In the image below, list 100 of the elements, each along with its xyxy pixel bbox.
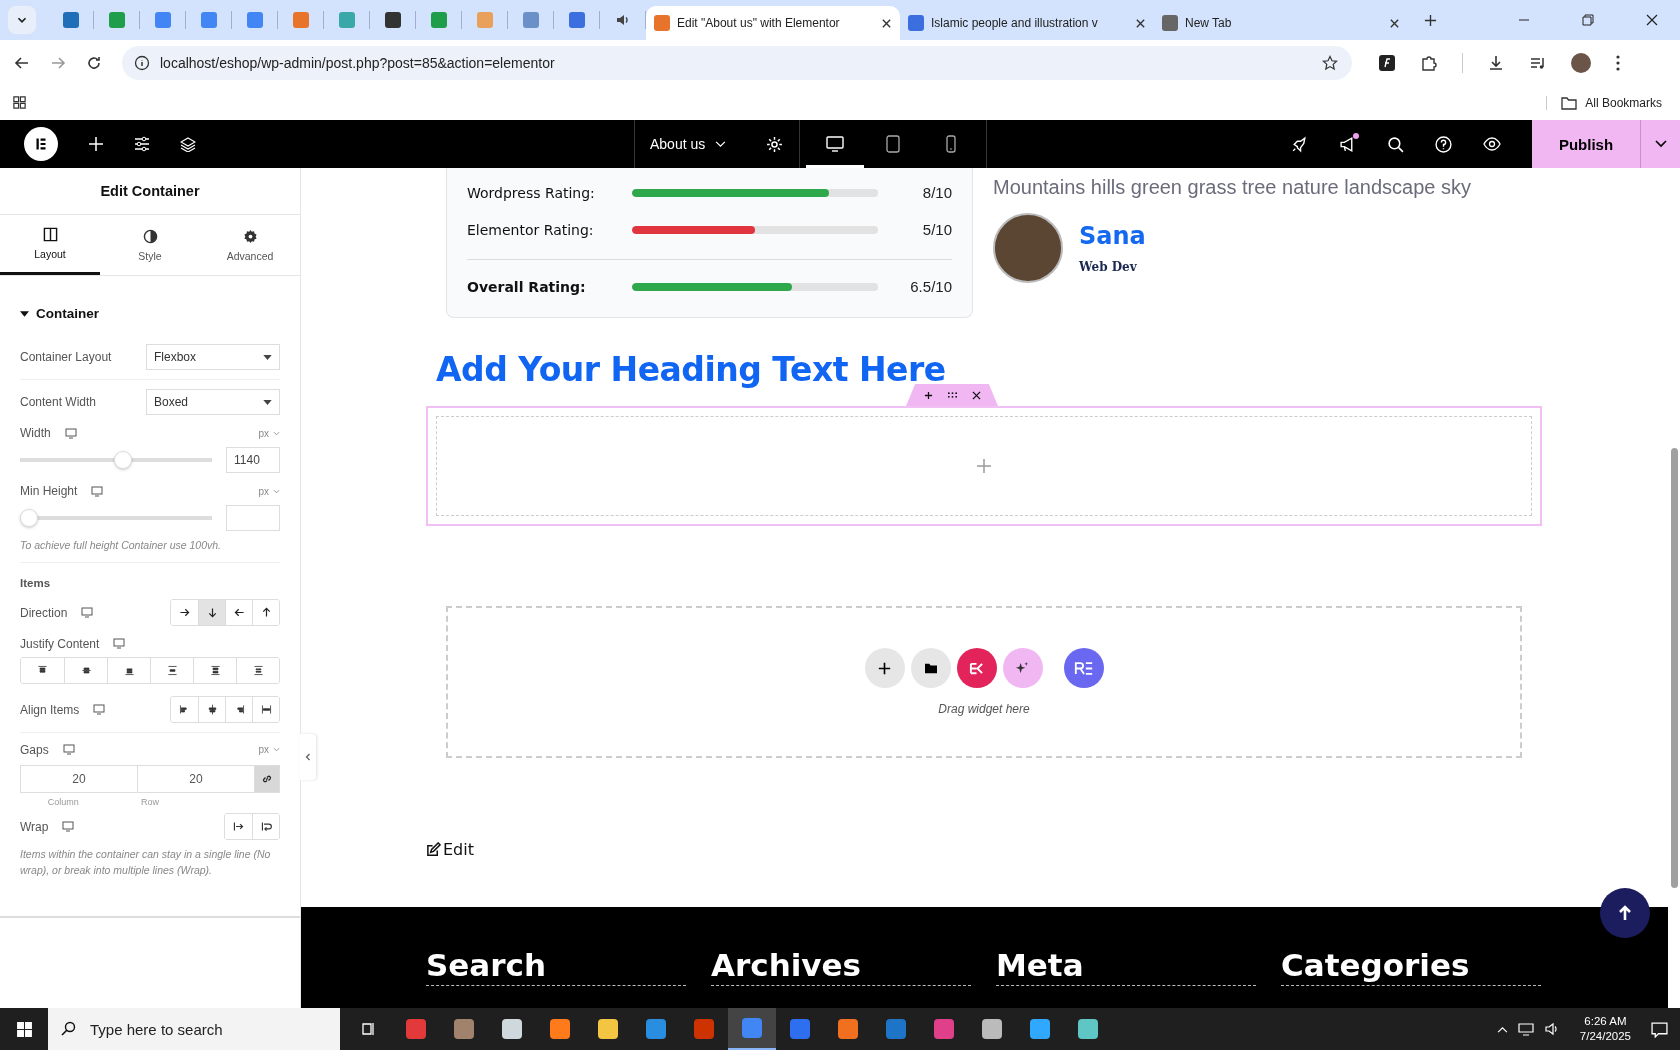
all-bookmarks-button[interactable]: All Bookmarks — [1546, 95, 1662, 110]
more-icon[interactable] — [1615, 53, 1621, 72]
windows-start-icon[interactable] — [16, 1020, 33, 1038]
field-label: Content Width — [20, 395, 97, 409]
ai-button[interactable] — [1002, 648, 1043, 688]
close-icon[interactable] — [1135, 17, 1146, 29]
new-tab-icon[interactable] — [1424, 13, 1437, 27]
field-label: Direction — [20, 605, 68, 620]
field-caption: Row — [140, 796, 160, 807]
publish-button[interactable]: Publish — [1532, 120, 1640, 168]
search-icon — [60, 1021, 76, 1037]
add-icon[interactable] — [923, 390, 933, 400]
settings-icon[interactable] — [766, 135, 784, 153]
wrap-icon — [232, 820, 245, 834]
folder-icon — [1561, 95, 1578, 110]
direction-button[interactable] — [252, 600, 279, 626]
scrollbar-thumb[interactable] — [1671, 448, 1678, 888]
forward-icon[interactable] — [50, 54, 66, 71]
star-icon[interactable] — [1322, 54, 1338, 71]
task-view-icon[interactable] — [360, 1021, 376, 1037]
layers-icon[interactable] — [180, 136, 196, 152]
number-field[interactable] — [226, 505, 280, 531]
slider-thumb[interactable] — [113, 451, 132, 469]
desktop-icon[interactable] — [64, 427, 77, 439]
caret-icon — [1654, 140, 1667, 148]
unit-selector[interactable]: px — [258, 744, 280, 756]
content-width-select[interactable]: Boxed — [146, 389, 280, 415]
justify-icon — [208, 663, 222, 677]
caret-icon — [715, 140, 727, 148]
sliders-icon[interactable] — [134, 136, 150, 152]
close-icon[interactable] — [1646, 14, 1658, 26]
restore-icon[interactable] — [1582, 14, 1594, 26]
panel-tab[interactable]: Layout — [0, 215, 100, 275]
royal-elementor-button[interactable] — [1063, 648, 1104, 688]
align-button[interactable] — [252, 697, 279, 723]
drag-handle-icon[interactable] — [946, 391, 958, 399]
desktop-icon[interactable] — [81, 607, 94, 619]
puzzle-icon[interactable] — [1420, 53, 1438, 72]
slider-thumb[interactable] — [20, 509, 38, 527]
desktop-icon[interactable] — [62, 821, 75, 833]
column-gap-field[interactable]: 20 — [21, 765, 138, 792]
desktop-icon[interactable] — [113, 638, 126, 650]
download-icon[interactable] — [1487, 53, 1505, 72]
justify-button[interactable] — [236, 657, 279, 683]
network-icon[interactable] — [1517, 1022, 1534, 1036]
avatar-icon[interactable] — [1571, 52, 1591, 73]
browser-tab[interactable]: Islamic people and illustration v — [900, 6, 1154, 40]
apps-grid-icon[interactable] — [12, 95, 27, 110]
close-icon[interactable] — [1389, 17, 1400, 29]
section-toggle[interactable]: Container — [20, 306, 280, 321]
volume-icon[interactable] — [1543, 1021, 1560, 1037]
scroll-top-button[interactable] — [1600, 888, 1650, 938]
browser-tab[interactable]: Edit "About us" with Elementor — [646, 6, 900, 40]
number-field[interactable]: 1140 — [226, 447, 280, 473]
template-library-button[interactable] — [910, 648, 951, 688]
back-icon[interactable] — [14, 54, 30, 71]
rocket-icon[interactable] — [1291, 135, 1308, 153]
notification-dot — [1353, 132, 1359, 139]
field-label: Container Layout — [20, 350, 112, 364]
drop-zone[interactable]: Drag widget here — [446, 606, 1522, 758]
browser-tab[interactable]: New Tab — [1154, 6, 1408, 40]
address-field[interactable]: localhost/eshop/wp-admin/post.php?post=85&action=elementor — [122, 45, 1352, 80]
desktop-icon[interactable] — [93, 704, 106, 716]
page-selector[interactable]: About us — [635, 120, 751, 168]
close-icon[interactable] — [881, 17, 892, 29]
panel-title: Edit Container — [0, 168, 300, 215]
desktop-icon — [826, 136, 845, 152]
help-icon[interactable] — [1435, 135, 1452, 153]
desktop-icon[interactable] — [91, 485, 104, 497]
taskbar-search-field[interactable]: Type here to search — [48, 1008, 340, 1050]
tab-search-button[interactable] — [8, 6, 36, 34]
elementskit-button[interactable] — [956, 648, 997, 688]
chevron-up-icon[interactable] — [1496, 1025, 1508, 1033]
author-name: Sana — [1079, 222, 1146, 250]
ek-logo-icon — [969, 660, 984, 676]
rating-label: Elementor Rating: — [467, 221, 595, 238]
unit-selector[interactable]: px — [258, 427, 280, 439]
notification-icon[interactable] — [1651, 1020, 1668, 1038]
add-section-button[interactable] — [864, 648, 905, 688]
reload-icon[interactable] — [86, 54, 102, 71]
link-button[interactable] — [255, 765, 279, 792]
clock-date[interactable]: 7/24/2025 — [1579, 1029, 1631, 1044]
edit-link[interactable]: Edit — [426, 840, 474, 859]
eye-icon[interactable] — [1483, 137, 1501, 151]
field-label: Min Height — [20, 484, 78, 498]
extension-icon[interactable] — [1378, 53, 1396, 72]
elementor-logo[interactable] — [24, 127, 58, 161]
field-label: Width — [20, 426, 51, 440]
direction-button[interactable] — [198, 600, 225, 626]
desktop-icon[interactable] — [62, 744, 75, 756]
wrap-button[interactable] — [252, 814, 279, 840]
unit-selector[interactable]: px — [258, 485, 280, 497]
panel-tab[interactable]: Advanced — [200, 215, 300, 275]
close-icon[interactable] — [971, 390, 981, 400]
sparkle-icon — [1015, 660, 1030, 676]
search-icon[interactable] — [1387, 135, 1404, 153]
clock-time[interactable]: 6:26 AM — [1584, 1014, 1627, 1029]
panel-tab[interactable]: Style — [100, 215, 200, 275]
caret-icon — [20, 310, 29, 317]
container-layout-select[interactable]: Flexbox — [146, 344, 280, 370]
